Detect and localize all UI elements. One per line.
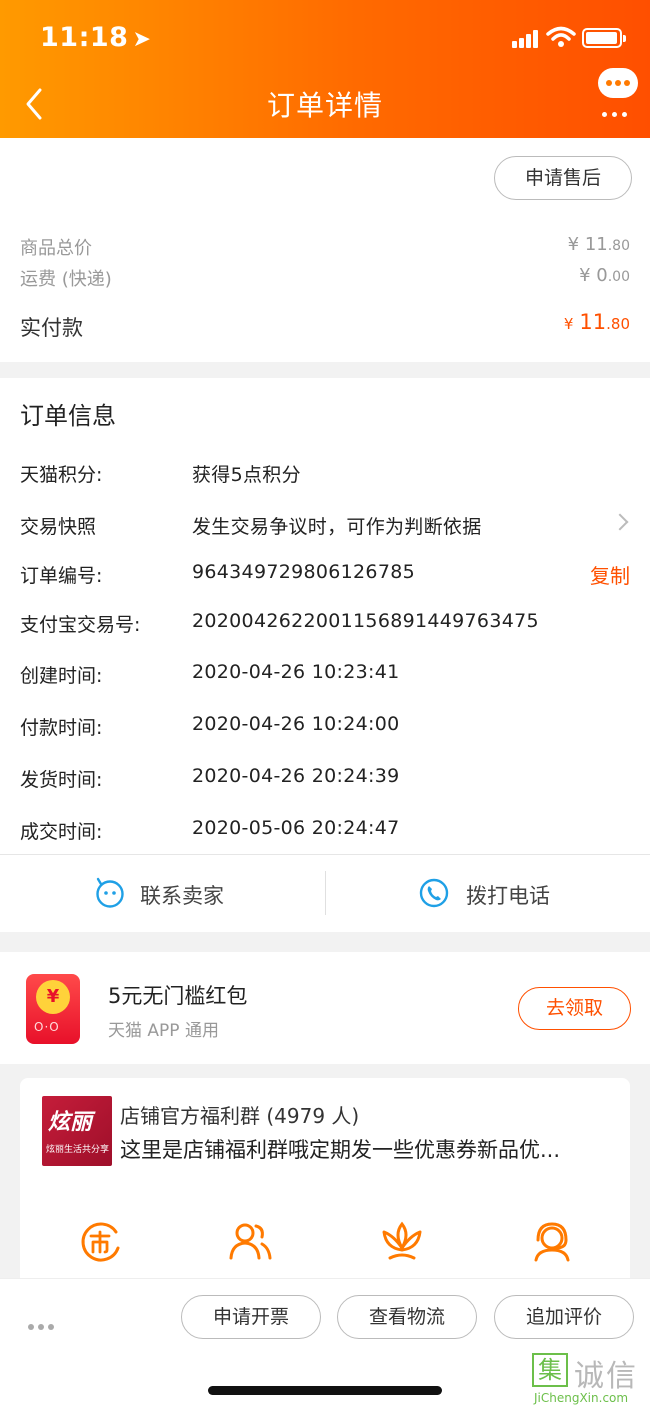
shipping-label: 运费 (快递) [20,269,112,290]
coupon-title: 5元无门槛红包 [108,984,248,1008]
info-row-tmall-points: 天猫积分: 获得5点积分 [0,460,650,500]
info-row-snapshot[interactable]: 交易快照 发生交易争议时，可作为判断依据 [0,512,650,552]
info-value: 2020-05-06 20:24:47 [192,817,400,839]
seller-chat-icon [96,877,124,908]
info-value: 获得5点积分 [192,464,301,486]
group-description: 这里是店铺福利群哦定期发一些优惠券新品优... [120,1138,561,1162]
red-packet-face: O·O [34,1020,60,1034]
order-info-card: 订单信息 天猫积分: 获得5点积分 交易快照 发生交易争议时，可作为判断依据 订… [0,378,650,932]
paid-value: ¥11.80 [563,310,630,334]
group-name: 店铺官方福利群 (4979 人) [120,1104,360,1128]
info-row-order-number: 订单编号: 964349729806126785 复制 [0,561,650,601]
info-value: 2020-04-26 10:23:41 [192,661,400,683]
coupon-card: ¥ O·O 5元无门槛红包 天猫 APP 通用 去领取 [0,952,650,1064]
customer-service-icon[interactable] [528,1218,576,1266]
status-time: 11:18 ➤ [40,22,152,53]
chat-icon [598,68,638,98]
contact-action-bar: 联系卖家 拨打电话 [0,854,650,932]
info-value: 2020-04-26 20:24:39 [192,765,400,787]
call-phone-button[interactable]: 拨打电话 [326,855,650,933]
red-packet-icon: ¥ O·O [26,974,80,1044]
info-label: 订单编号: [20,565,103,587]
watermark-logo: 集 诚信 JiChengXin.com [532,1351,650,1406]
info-label: 支付宝交易号: [20,614,141,636]
info-value: 发生交易争议时，可作为判断依据 [192,516,482,538]
order-info-title: 订单信息 [20,402,116,430]
apply-aftersale-button[interactable]: 申请售后 [494,156,632,200]
info-label: 成交时间: [20,821,103,843]
info-row-alipay-number: 支付宝交易号: 2020042622001156891449763475 [0,610,650,650]
add-review-button[interactable]: 追加评价 [494,1295,634,1339]
home-indicator[interactable] [208,1386,442,1395]
shop-logo: 炫丽 炫丽生活共分享 [42,1096,112,1166]
shop-group-card[interactable]: 炫丽 炫丽生活共分享 店铺官方福利群 (4979 人) 这里是店铺福利群哦定期发… [20,1078,630,1288]
phone-icon [419,878,449,908]
coin-icon: ¥ [36,980,70,1014]
info-label: 付款时间: [20,717,103,739]
coupon-subtitle: 天猫 APP 通用 [108,1021,219,1041]
contact-seller-label: 联系卖家 [140,884,224,908]
info-row-created-time: 创建时间: 2020-04-26 10:23:41 [0,661,650,701]
coin-currency-icon[interactable] [76,1218,124,1266]
paid-label: 实付款 [20,316,83,340]
info-label: 交易快照 [20,516,97,538]
info-row-completed-time: 成交时间: 2020-05-06 20:24:47 [0,817,650,857]
lotus-icon[interactable] [378,1218,426,1266]
info-value: 964349729806126785 [192,561,415,583]
info-label: 创建时间: [20,665,103,687]
wifi-icon [546,26,576,47]
view-logistics-button[interactable]: 查看物流 [337,1295,477,1339]
goods-total-label: 商品总价 [20,238,92,259]
copy-button[interactable]: 复制 [590,560,630,589]
more-options-icon[interactable] [28,1315,58,1334]
page-title: 订单详情 [266,89,383,122]
info-value: 2020-04-26 10:24:00 [192,713,400,735]
info-label: 天猫积分: [20,464,103,486]
info-label: 发货时间: [20,769,103,791]
claim-coupon-button[interactable]: 去领取 [518,987,631,1030]
price-summary-card: 申请售后 商品总价 ¥ 11.80 运费 (快递) ¥ 0.00 实付款 ¥11… [0,138,650,362]
message-button[interactable] [598,68,640,117]
call-phone-label: 拨打电话 [466,884,550,908]
header-bar: 11:18 ➤ 订单详情 [0,0,650,138]
apply-invoice-button[interactable]: 申请开票 [181,1295,321,1339]
info-row-shipped-time: 发货时间: 2020-04-26 20:24:39 [0,765,650,805]
info-value: 2020042622001156891449763475 [192,610,539,632]
group-members-icon[interactable] [226,1218,274,1266]
goods-total-value: ¥ 11.80 [567,234,630,255]
location-arrow-icon: ➤ [132,27,152,52]
chevron-right-icon [611,513,629,531]
bottom-action-bar: 申请开票 查看物流 追加评价 集 诚信 JiChengXin.com [0,1278,650,1406]
info-row-paid-time: 付款时间: 2020-04-26 10:24:00 [0,713,650,753]
shipping-value: ¥ 0.00 [579,265,630,286]
more-dots-icon [602,102,632,121]
battery-icon [582,28,626,48]
cellular-signal-icon [512,30,538,48]
contact-seller-button[interactable]: 联系卖家 [0,855,325,933]
